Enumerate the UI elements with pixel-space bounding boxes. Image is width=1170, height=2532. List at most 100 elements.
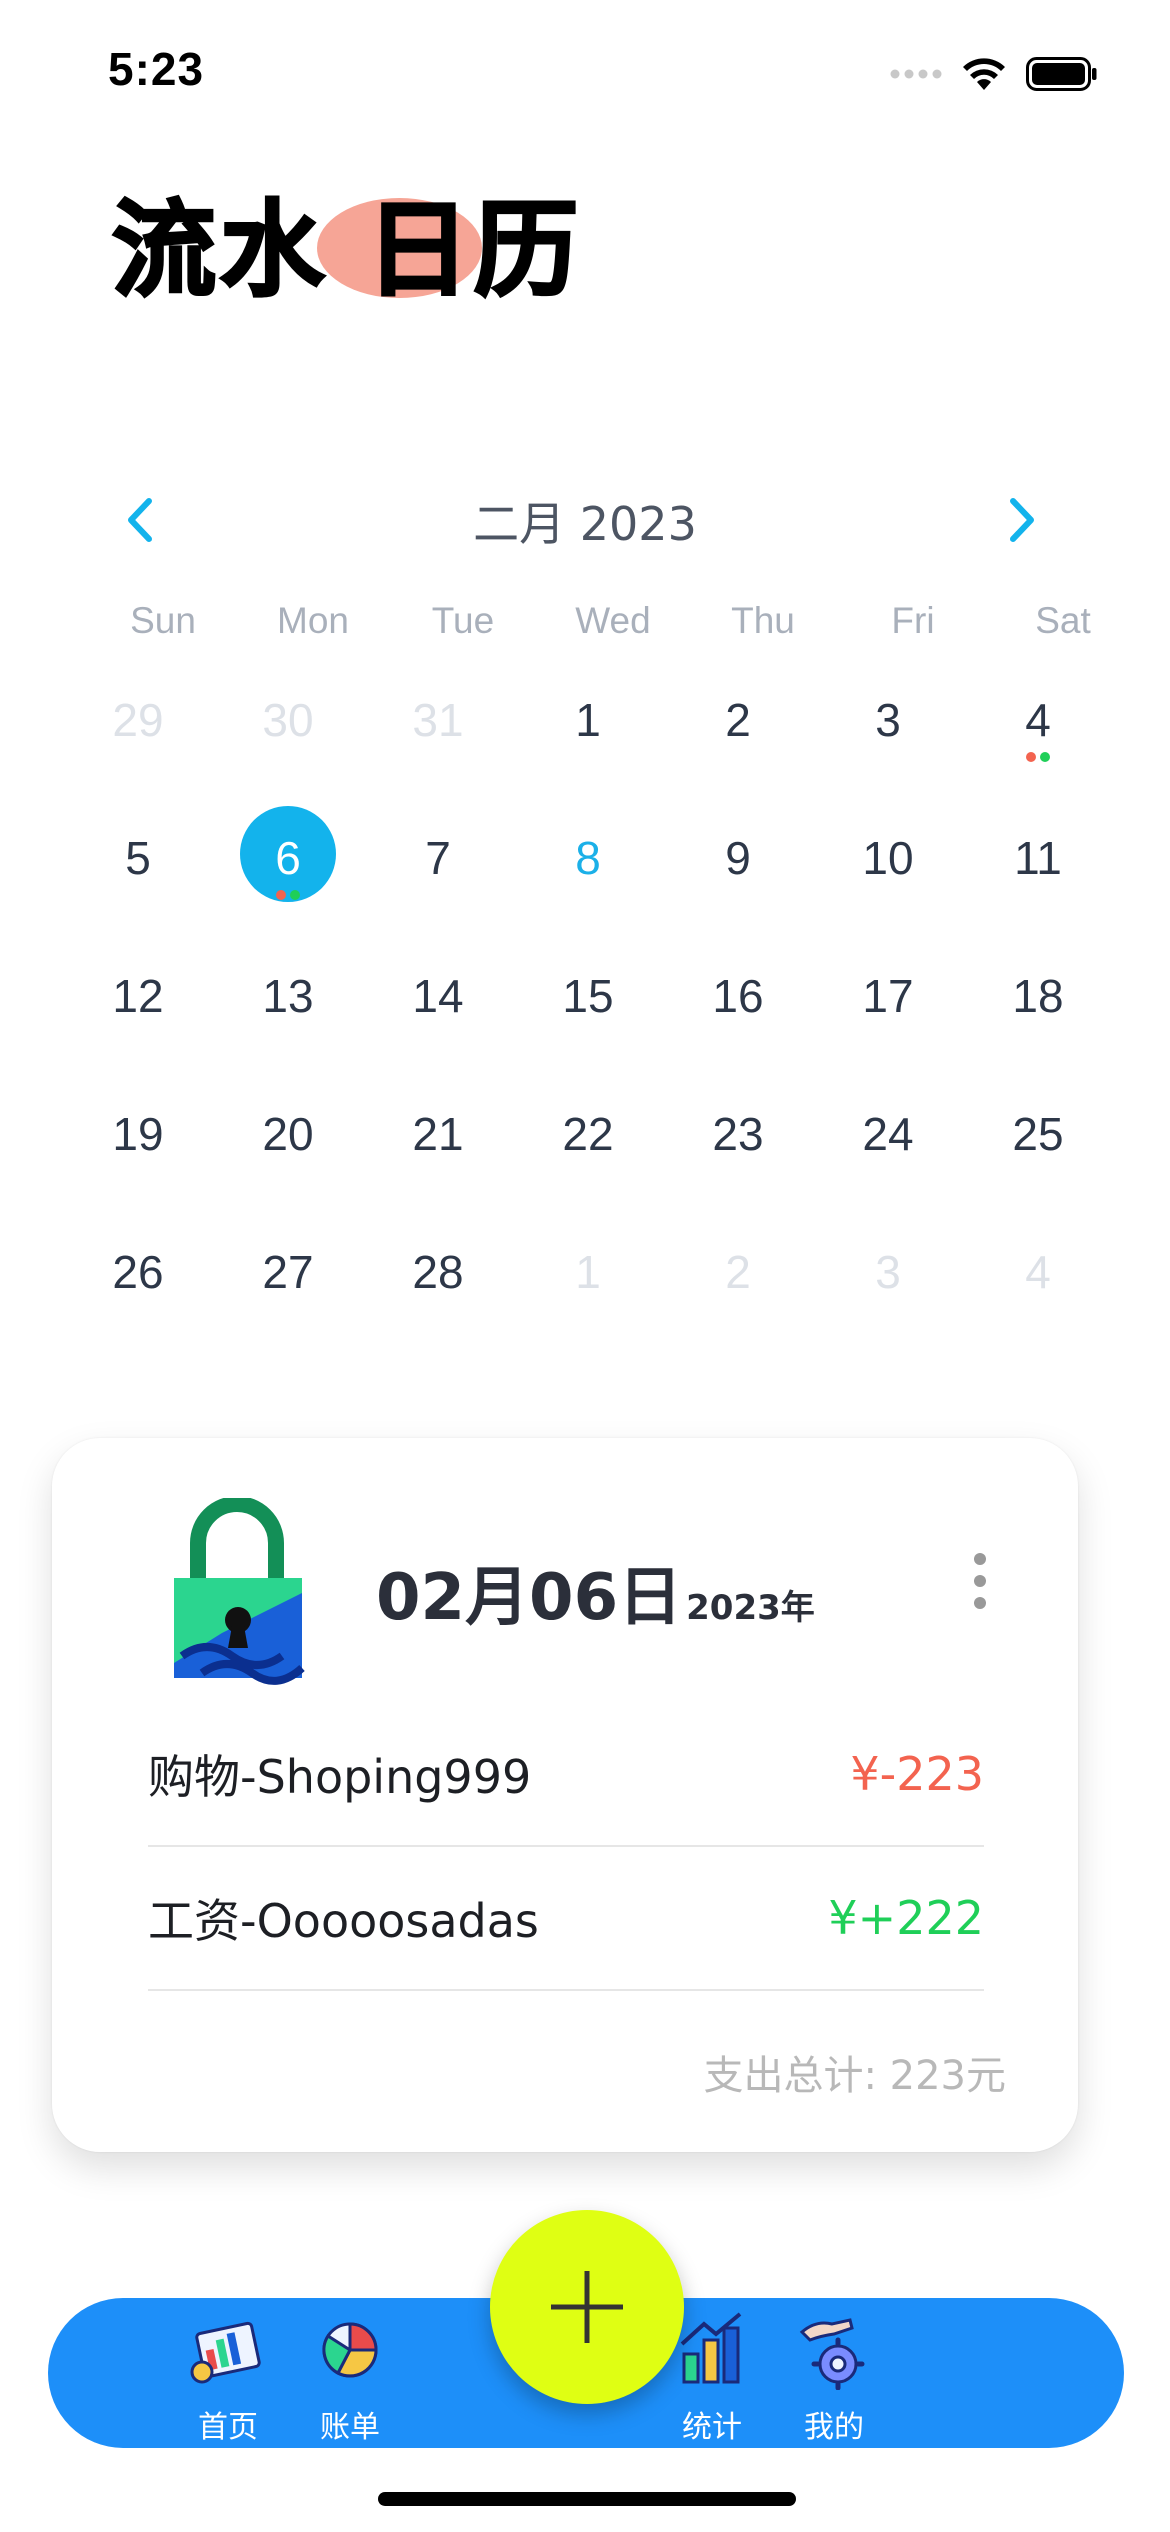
calendar-day[interactable]: 4: [963, 680, 1113, 818]
transaction-name: 工资-Ooooosadas: [148, 1894, 539, 1948]
day-number: 25: [1012, 1108, 1064, 1160]
calendar-day[interactable]: 3: [813, 1232, 963, 1370]
title-part-2: 日历: [365, 189, 583, 312]
weekday-label: Mon: [277, 600, 349, 641]
calendar-day[interactable]: 16: [663, 956, 813, 1094]
day-number: 22: [562, 1108, 614, 1160]
calendar-day[interactable]: 7: [363, 818, 513, 956]
day-number: 1: [575, 1246, 601, 1298]
day-number: 9: [725, 832, 751, 884]
day-number: 5: [125, 832, 151, 884]
tab-home-label: 首页: [198, 2410, 258, 2445]
calendar-day[interactable]: 5: [63, 818, 213, 956]
tab-mine-label: 我的: [804, 2410, 864, 2445]
day-number: 29: [112, 694, 164, 746]
calendar-day[interactable]: 28: [363, 1232, 513, 1370]
day-number: 10: [862, 832, 914, 884]
day-number: 18: [1012, 970, 1064, 1022]
calendar-day[interactable]: 11: [963, 818, 1113, 956]
calendar-day[interactable]: 27: [213, 1232, 363, 1370]
transaction-row[interactable]: 工资-Ooooosadas ¥+222: [148, 1847, 984, 1991]
day-number: 4: [1025, 1246, 1051, 1298]
day-number: 13: [262, 970, 314, 1022]
day-number: 14: [412, 970, 464, 1022]
calendar-day[interactable]: 2: [663, 1232, 813, 1370]
detail-date-year: 2023年: [686, 1588, 815, 1628]
expense-total: 支出总计: 223元: [703, 2053, 1006, 2099]
calendar-day[interactable]: 17: [813, 956, 963, 1094]
calendar-day-selected[interactable]: 6: [213, 806, 363, 956]
calendar-day[interactable]: 8: [513, 818, 663, 956]
day-number: 26: [112, 1246, 164, 1298]
calendar-day[interactable]: 9: [663, 818, 813, 956]
month-label: 二月 2023: [473, 497, 697, 551]
calendar-day[interactable]: 14: [363, 956, 513, 1094]
record-dot: [276, 890, 286, 900]
day-number: 27: [262, 1246, 314, 1298]
calendar-day[interactable]: 1: [513, 1232, 663, 1370]
calendar-day[interactable]: 30: [213, 680, 363, 818]
weekday-label: Thu: [731, 600, 795, 641]
home-indicator: [378, 2492, 796, 2506]
calendar-day[interactable]: 23: [663, 1094, 813, 1232]
transaction-list: 购物-Shoping999 ¥-223 工资-Ooooosadas ¥+222: [148, 1703, 984, 1991]
add-record-button[interactable]: [490, 2210, 684, 2404]
weekday-label: Wed: [575, 600, 651, 641]
weekday-label: Sat: [1035, 600, 1091, 641]
more-dot-icon: [974, 1575, 986, 1587]
status-time: 5:23: [108, 43, 205, 95]
detail-date: 02月06日 2023年: [376, 1546, 815, 1638]
next-month-button[interactable]: [992, 490, 1052, 550]
calendar-day[interactable]: 19: [63, 1094, 213, 1232]
calendar-day[interactable]: 10: [813, 818, 963, 956]
plus-icon: [551, 2271, 623, 2343]
tab-bills[interactable]: 账单: [280, 2298, 420, 2448]
record-dot: [1026, 752, 1036, 762]
calendar-day[interactable]: 22: [513, 1094, 663, 1232]
day-number: 30: [262, 694, 314, 746]
calendar-day[interactable]: 4: [963, 1232, 1113, 1370]
calendar-day[interactable]: 25: [963, 1094, 1113, 1232]
weekday-header: Sun Mon Tue Wed Thu Fri Sat: [88, 600, 1138, 642]
day-number: 2: [725, 1246, 751, 1298]
day-number: 7: [425, 832, 451, 884]
day-number: 17: [862, 970, 914, 1022]
day-number: 12: [112, 970, 164, 1022]
calendar-day[interactable]: 24: [813, 1094, 963, 1232]
calendar-day[interactable]: 21: [363, 1094, 513, 1232]
record-dot: [1040, 752, 1050, 762]
day-number: 20: [262, 1108, 314, 1160]
calendar-day[interactable]: 12: [63, 956, 213, 1094]
more-options-button[interactable]: [970, 1553, 990, 1609]
calendar-day[interactable]: 13: [213, 956, 363, 1094]
day-number: 8: [575, 832, 601, 884]
day-number: 15: [562, 970, 614, 1022]
transaction-row[interactable]: 购物-Shoping999 ¥-223: [148, 1703, 984, 1847]
day-number: 24: [862, 1108, 914, 1160]
signal-icon: [890, 69, 942, 79]
calendar-day[interactable]: 18: [963, 956, 1113, 1094]
tab-mine[interactable]: 我的: [764, 2298, 904, 2448]
calendar-day[interactable]: 31: [363, 680, 513, 818]
settings-gear-icon: [799, 2318, 865, 2390]
calendar-day[interactable]: 26: [63, 1232, 213, 1370]
tab-home[interactable]: 首页: [158, 2298, 298, 2448]
calendar-day[interactable]: 3: [813, 680, 963, 818]
more-dot-icon: [974, 1597, 986, 1609]
record-indicator-dots: [213, 890, 363, 900]
lock-icon: [174, 1498, 305, 1685]
calendar-day[interactable]: 2: [663, 680, 813, 818]
day-number: 3: [875, 1246, 901, 1298]
calendar-day[interactable]: 15: [513, 956, 663, 1094]
status-icons: [890, 56, 1098, 92]
day-number: 19: [112, 1108, 164, 1160]
wifi-icon: [963, 58, 1005, 90]
calendar-day[interactable]: 29: [63, 680, 213, 818]
day-number: 1: [575, 694, 601, 746]
calendar-day[interactable]: 20: [213, 1094, 363, 1232]
day-number: 31: [412, 694, 464, 746]
tab-stats-label: 统计: [682, 2410, 742, 2445]
calendar-day[interactable]: 1: [513, 680, 663, 818]
weekday-label: Fri: [891, 600, 935, 641]
weekday-label: Tue: [431, 600, 495, 641]
